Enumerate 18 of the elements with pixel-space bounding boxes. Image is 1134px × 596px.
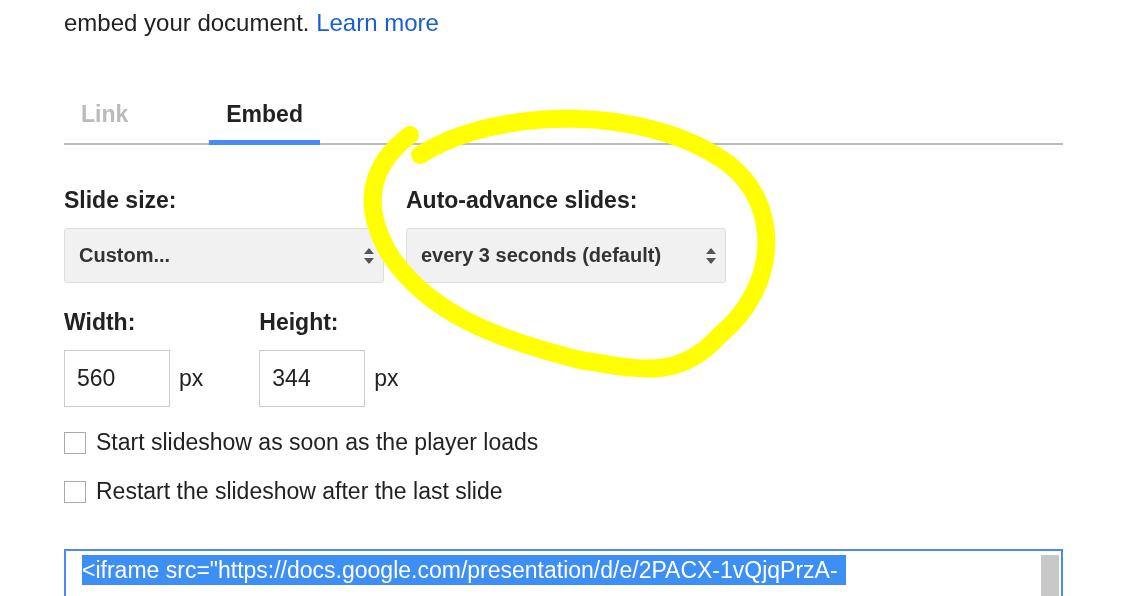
intro-text: embed your document. <box>64 9 310 36</box>
scrollbar[interactable] <box>1041 555 1059 596</box>
number-input[interactable]: 560 <box>64 350 170 407</box>
checkbox[interactable] <box>64 480 86 503</box>
unit-label: px <box>179 365 204 392</box>
field-label: Height: <box>259 309 340 336</box>
learn-more-link[interactable]: Learn more <box>316 9 439 36</box>
checkbox-label: Start slideshow as soon as the player loads <box>96 429 539 456</box>
number-input[interactable]: 344 <box>259 350 366 407</box>
unit-label: px <box>374 365 399 392</box>
checkbox[interactable] <box>64 431 86 454</box>
dropdown[interactable]: Custom... <box>64 228 384 283</box>
tab[interactable]: Embed <box>209 101 320 145</box>
field-label: Slide size: <box>64 187 178 214</box>
dropdown[interactable]: every 3 seconds (default) <box>406 228 726 283</box>
field-label: Auto-advance slides: <box>406 187 639 214</box>
field-label: Width: <box>64 309 137 336</box>
checkbox-label: Restart the slideshow after the last slide <box>96 478 503 505</box>
